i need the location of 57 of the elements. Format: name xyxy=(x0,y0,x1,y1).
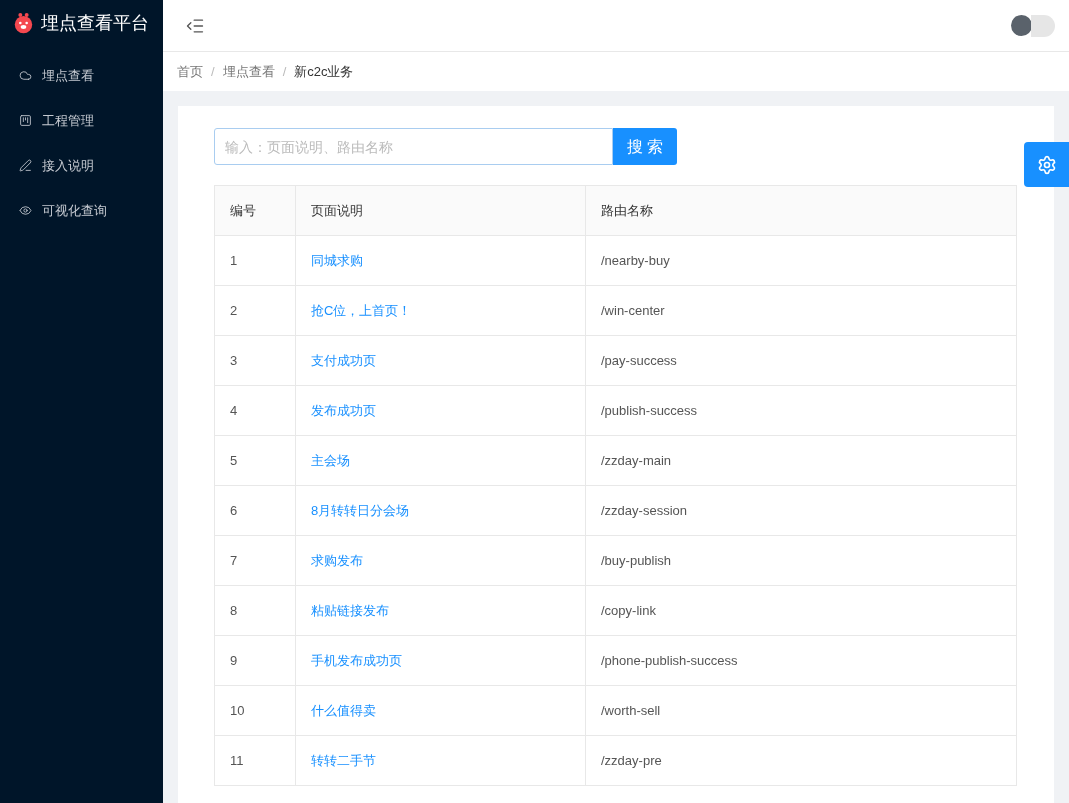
page-link[interactable]: 同城求购 xyxy=(311,252,363,268)
column-header: 编号 xyxy=(214,185,296,236)
breadcrumb-separator: / xyxy=(282,62,287,81)
sidebar-item[interactable]: 接入说明 xyxy=(0,143,163,188)
table-cell: 7 xyxy=(230,552,238,568)
column-header: 路由名称 xyxy=(585,185,1017,236)
user-name-placeholder xyxy=(1031,14,1055,37)
table-cell: /nearby-buy xyxy=(601,252,670,268)
settings-icon xyxy=(1036,154,1057,175)
page-link[interactable]: 主会场 xyxy=(311,452,350,468)
table-cell: /copy-link xyxy=(601,602,656,618)
column-header: 页面说明 xyxy=(295,185,586,236)
table-cell: /zzday-pre xyxy=(601,752,662,768)
page-link[interactable]: 转转二手节 xyxy=(311,752,376,768)
sidebar-item[interactable]: 工程管理 xyxy=(0,98,163,143)
page-link[interactable]: 支付成功页 xyxy=(311,352,376,368)
breadcrumb-link[interactable]: 埋点查看 xyxy=(222,61,275,82)
avatar[interactable] xyxy=(1011,15,1032,36)
table-cell: 5 xyxy=(230,452,238,468)
table-cell: /zzday-main xyxy=(601,452,672,468)
page-link[interactable]: 粘贴链接发布 xyxy=(311,602,389,618)
board-icon xyxy=(19,114,32,127)
page-link[interactable]: 8月转转日分会场 xyxy=(311,502,410,518)
eye-icon xyxy=(19,204,32,217)
table-cell: 3 xyxy=(230,352,238,368)
app-title: 埋点查看平台 xyxy=(41,11,149,35)
settings-button[interactable] xyxy=(1024,142,1069,187)
table-cell: /worth-sell xyxy=(601,702,661,718)
search-field[interactable]: 输入：页面说明、路由名称 xyxy=(214,128,613,165)
table-cell: 2 xyxy=(230,302,238,318)
logo-icon xyxy=(14,10,33,36)
table-cell: 1 xyxy=(230,252,238,268)
table-cell: /publish-success xyxy=(601,402,698,418)
table-cell: 9 xyxy=(230,652,238,668)
table-cell: 11 xyxy=(230,752,244,768)
table-cell: 10 xyxy=(230,702,245,718)
breadcrumb-separator: / xyxy=(211,62,215,81)
table-cell: 4 xyxy=(230,402,238,418)
breadcrumb-link[interactable]: 首页 xyxy=(177,61,203,82)
page-link[interactable]: 发布成功页 xyxy=(311,402,376,418)
table-cell: /pay-success xyxy=(601,352,677,368)
pen-icon xyxy=(19,159,32,172)
sidebar-item[interactable]: 埋点查看 xyxy=(0,53,163,98)
table-cell: /phone-publish-success xyxy=(601,652,738,668)
table-cell: /buy-publish xyxy=(601,552,672,568)
table-cell: 6 xyxy=(230,502,238,518)
table-cell: /zzday-session xyxy=(601,502,687,518)
search-button[interactable]: 搜 索 xyxy=(613,128,677,165)
table-cell: 8 xyxy=(230,602,238,618)
page-link[interactable]: 求购发布 xyxy=(311,552,363,568)
cloud-icon xyxy=(19,69,32,82)
breadcrumb-link[interactable]: 新c2c业务 xyxy=(294,61,354,82)
page-link[interactable]: 抢C位，上首页！ xyxy=(311,302,412,318)
table-cell: /win-center xyxy=(601,302,665,318)
page-link[interactable]: 什么值得卖 xyxy=(311,702,376,718)
page-link[interactable]: 手机发布成功页 xyxy=(311,652,402,668)
sidebar-item[interactable]: 可视化查询 xyxy=(0,188,163,233)
